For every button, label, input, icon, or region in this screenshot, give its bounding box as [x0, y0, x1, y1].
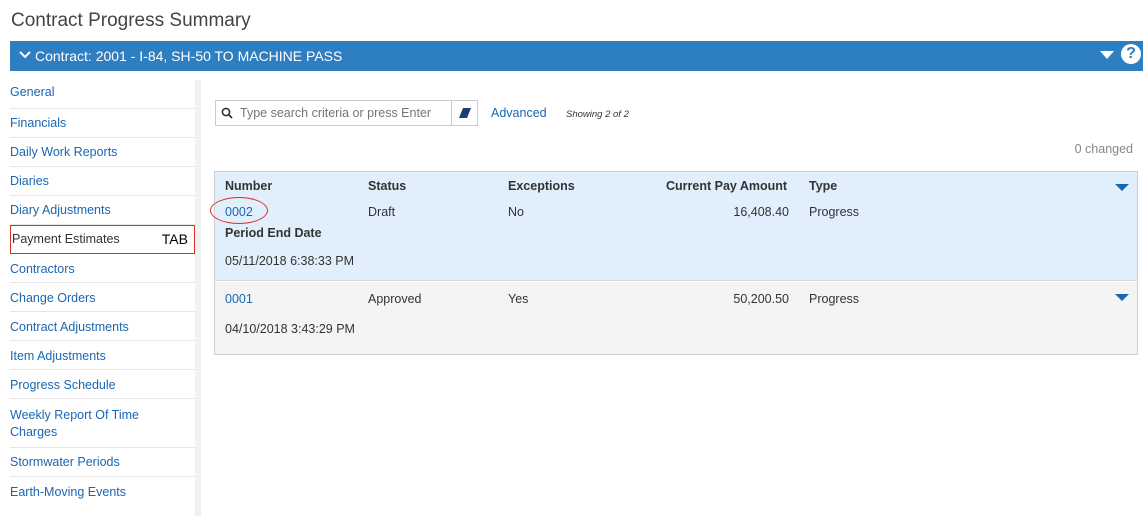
- sidebar-item-financials[interactable]: Financials: [10, 109, 195, 138]
- sidebar-item-weekly-report-of-time-charges[interactable]: Weekly Report Of Time Charges: [10, 399, 160, 447]
- column-header-status: Status: [368, 179, 407, 193]
- sidebar-item-payment-estimates[interactable]: Payment Estimates TAB: [10, 225, 195, 254]
- sidebar-item-daily-work-reports[interactable]: Daily Work Reports: [10, 138, 195, 167]
- search-icon[interactable]: [218, 101, 236, 125]
- eraser-icon[interactable]: [451, 101, 477, 125]
- pay-amount-value: 16,408.40: [733, 205, 789, 219]
- sidebar-item-label: Diary Adjustments: [10, 203, 111, 217]
- sidebar-item-contract-adjustments[interactable]: Contract Adjustments: [10, 312, 195, 341]
- sidebar-item-label: Progress Schedule: [10, 378, 116, 392]
- table-row[interactable]: 0001 Approved Yes 50,200.50 Progress 04/…: [215, 282, 1137, 354]
- row-expand-icon[interactable]: [1115, 294, 1129, 301]
- column-header-number: Number: [225, 179, 273, 193]
- sidebar-item-label: General: [10, 85, 55, 99]
- page-title: Contract Progress Summary: [11, 10, 251, 31]
- sidebar-item-progress-schedule[interactable]: Progress Schedule: [10, 370, 195, 399]
- sidebar-item-label: Contractors: [10, 262, 75, 276]
- sidebar-item-change-orders[interactable]: Change Orders: [10, 283, 195, 312]
- sidebar-item-label: Item Adjustments: [10, 349, 106, 363]
- type-value: Progress: [809, 292, 860, 306]
- sidebar-item-contractors[interactable]: Contractors: [10, 254, 195, 283]
- sidebar-item-label: Weekly Report Of Time Charges: [10, 408, 139, 439]
- column-header-period-end-date: Period End Date: [225, 226, 322, 240]
- sidebar-item-diaries[interactable]: Diaries: [10, 167, 195, 196]
- chevron-down-icon[interactable]: [19, 49, 31, 63]
- sidebar-nav: General Financials Daily Work Reports Di…: [10, 80, 201, 516]
- annotation-circle: [210, 197, 268, 224]
- help-icon[interactable]: ?: [1121, 44, 1141, 64]
- exceptions-value: No: [508, 205, 524, 219]
- pay-amount-value: 50,200.50: [733, 292, 789, 306]
- contract-header-bar[interactable]: Contract: 2001 - I-84, SH-50 TO MACHINE …: [10, 41, 1143, 71]
- sidebar-item-label: Contract Adjustments: [10, 320, 129, 334]
- table-row[interactable]: Number Status Exceptions Current Pay Amo…: [215, 172, 1137, 281]
- sidebar-item-general[interactable]: General: [10, 80, 195, 109]
- status-value: Approved: [368, 292, 422, 306]
- period-end-date-value: 05/11/2018 6:38:33 PM: [225, 254, 355, 268]
- sidebar-item-item-adjustments[interactable]: Item Adjustments: [10, 341, 195, 370]
- period-end-date-value: 04/10/2018 3:43:29 PM: [225, 322, 355, 336]
- changed-count: 0 changed: [1074, 142, 1133, 156]
- sidebar-item-label: Earth-Moving Events: [10, 485, 127, 499]
- row-expand-icon[interactable]: [1115, 184, 1129, 191]
- result-count: Showing 2 of 2: [566, 109, 629, 120]
- sidebar-item-label: Diaries: [10, 174, 49, 188]
- column-header-type: Type: [809, 179, 838, 193]
- exceptions-value: Yes: [508, 292, 529, 306]
- sidebar-item-label: Change Orders: [10, 291, 96, 305]
- search-bar: [215, 100, 478, 126]
- estimate-number-link[interactable]: 0001: [225, 292, 253, 306]
- sidebar-item-stormwater-periods[interactable]: Stormwater Periods: [10, 448, 195, 477]
- payment-estimates-grid: Number Status Exceptions Current Pay Amo…: [214, 171, 1138, 355]
- type-value: Progress: [809, 205, 860, 219]
- contract-title: Contract: 2001 - I-84, SH-50 TO MACHINE …: [35, 48, 343, 64]
- search-input[interactable]: [236, 102, 456, 124]
- tab-annotation-label: TAB: [161, 231, 188, 247]
- sidebar-item-earth-moving-events[interactable]: Earth-Moving Events: [10, 477, 195, 506]
- sidebar-item-label: Financials: [10, 116, 67, 130]
- menu-dropdown-icon[interactable]: [1100, 51, 1114, 59]
- column-header-current-pay-amount: Current Pay Amount: [666, 179, 788, 193]
- sidebar-item-label: Stormwater Periods: [10, 455, 120, 469]
- status-value: Draft: [368, 205, 396, 219]
- sidebar-item-label: Daily Work Reports: [10, 145, 118, 159]
- column-header-exceptions: Exceptions: [508, 179, 575, 193]
- sidebar-item-diary-adjustments[interactable]: Diary Adjustments: [10, 196, 195, 225]
- advanced-search-link[interactable]: Advanced: [491, 106, 547, 120]
